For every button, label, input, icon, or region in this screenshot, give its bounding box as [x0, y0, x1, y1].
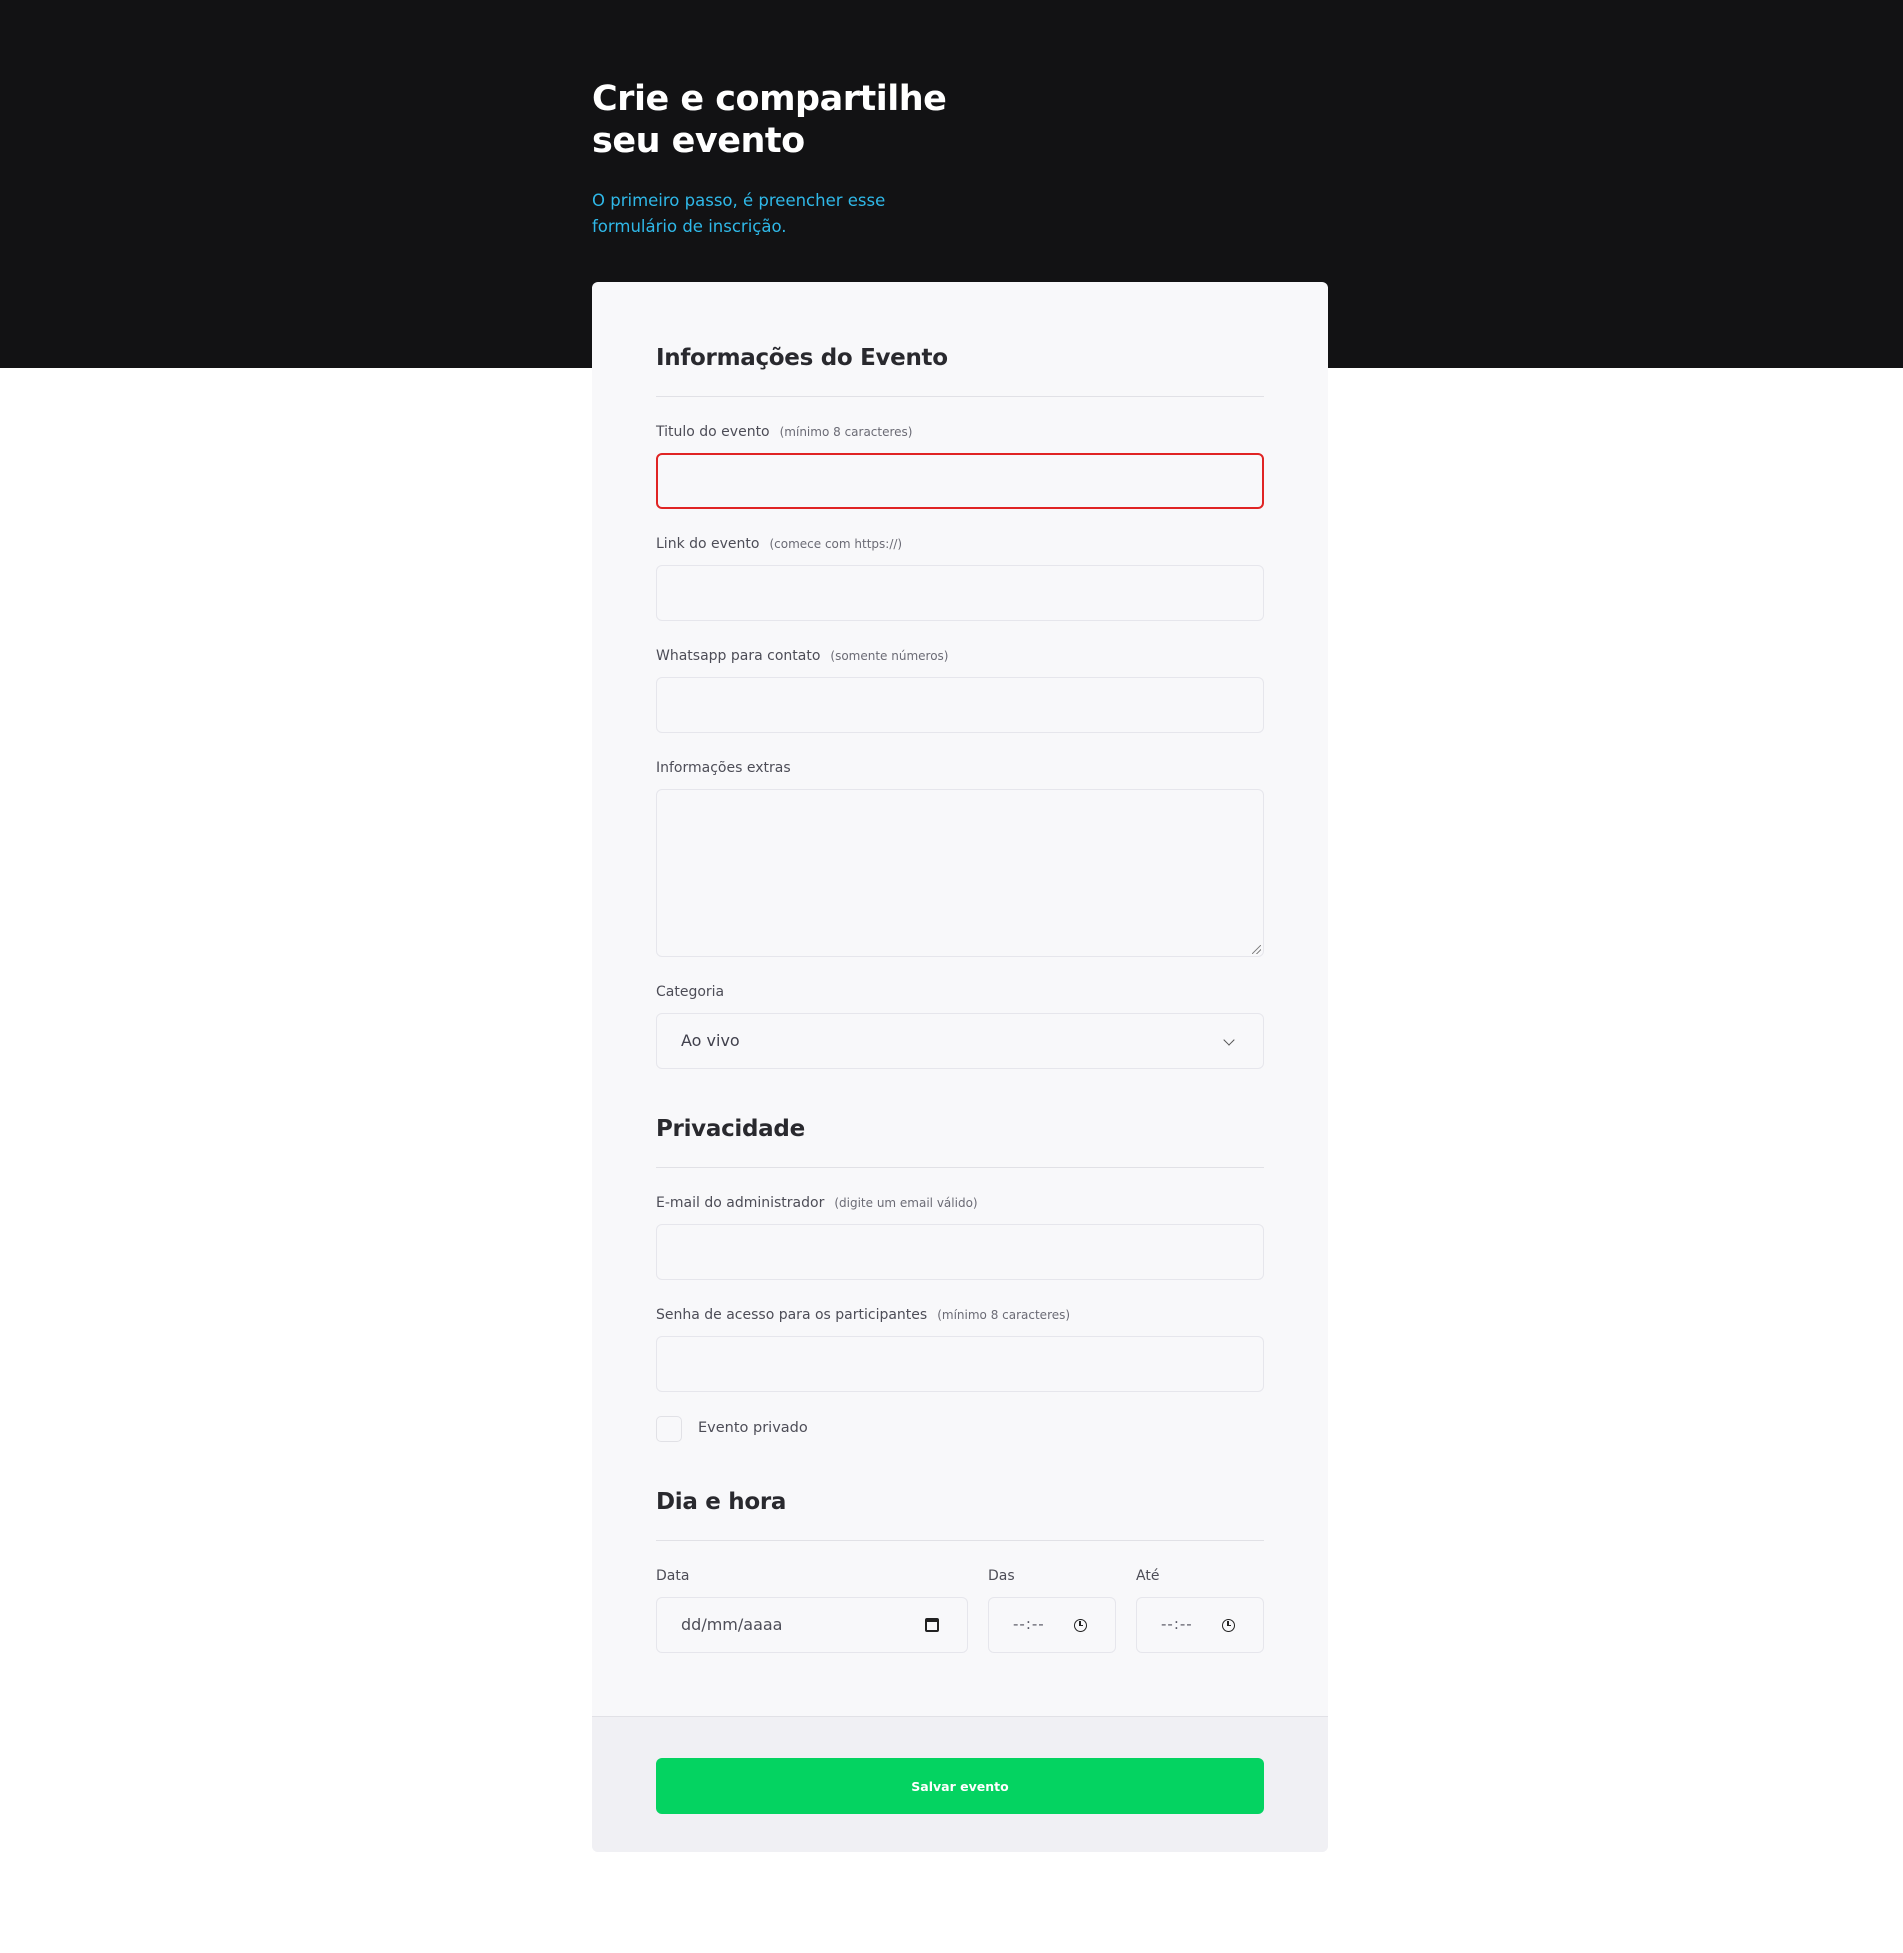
event-link-input[interactable]	[656, 565, 1264, 621]
admin-email-label: E-mail do administrador (digite um email …	[656, 1195, 978, 1211]
hero-subtitle: O primeiro passo, é preencher esse formu…	[592, 191, 886, 236]
event-form-card: Informações do Evento Titulo do evento (m…	[592, 282, 1328, 1852]
category-selected-value: Ao vivo	[681, 1031, 740, 1050]
clock-icon[interactable]	[1074, 1619, 1087, 1632]
category-select[interactable]: Ao vivo	[656, 1013, 1264, 1069]
admin-email-label-text: E-mail do administrador	[656, 1195, 825, 1211]
date-input[interactable]: dd/mm/aaaa	[656, 1597, 968, 1653]
time-from-input[interactable]: --:--	[988, 1597, 1116, 1653]
event-title-input[interactable]	[656, 453, 1264, 509]
private-event-label[interactable]: Evento privado	[698, 1420, 808, 1436]
event-link-label: Link do evento (comece com https://)	[656, 536, 902, 552]
hero-title: Crie e compartilhe seu evento	[592, 79, 947, 161]
section-divider	[656, 396, 1264, 397]
clock-icon[interactable]	[1222, 1619, 1235, 1632]
resize-grip-icon[interactable]	[1252, 945, 1261, 954]
time-to-label: Até	[1136, 1568, 1160, 1584]
section-title-event-info: Informações do Evento	[656, 345, 948, 371]
section-divider	[656, 1167, 1264, 1168]
extras-textarea[interactable]	[656, 789, 1264, 957]
event-title-label: Titulo do evento (mínimo 8 caracteres)	[656, 424, 912, 440]
save-event-button[interactable]: Salvar evento	[656, 1758, 1264, 1814]
chevron-down-icon	[1223, 1034, 1235, 1046]
time-from-placeholder: --:--	[1013, 1615, 1045, 1633]
whatsapp-hint: (somente números)	[830, 649, 949, 663]
password-hint: (mínimo 8 caracteres)	[937, 1308, 1071, 1322]
private-event-checkbox[interactable]	[656, 1416, 682, 1442]
time-to-placeholder: --:--	[1161, 1615, 1193, 1633]
form-footer: Salvar evento	[592, 1716, 1328, 1852]
time-to-input[interactable]: --:--	[1136, 1597, 1264, 1653]
password-label-text: Senha de acesso para os participantes	[656, 1307, 928, 1323]
admin-email-hint: (digite um email válido)	[834, 1196, 978, 1210]
calendar-icon[interactable]	[925, 1618, 939, 1632]
date-label: Data	[656, 1568, 690, 1584]
password-input[interactable]	[656, 1336, 1264, 1392]
time-from-label: Das	[988, 1568, 1015, 1584]
extras-label: Informações extras	[656, 760, 791, 776]
whatsapp-label-text: Whatsapp para contato	[656, 648, 821, 664]
event-title-label-text: Titulo do evento	[656, 424, 770, 440]
whatsapp-label: Whatsapp para contato (somente números)	[656, 648, 948, 664]
section-title-datetime: Dia e hora	[656, 1489, 787, 1515]
event-title-hint: (mínimo 8 caracteres)	[779, 425, 913, 439]
section-divider	[656, 1540, 1264, 1541]
admin-email-input[interactable]	[656, 1224, 1264, 1280]
category-label: Categoria	[656, 984, 725, 1000]
event-link-hint: (comece com https://)	[769, 537, 903, 551]
whatsapp-input[interactable]	[656, 677, 1264, 733]
password-label: Senha de acesso para os participantes (mí…	[656, 1307, 1070, 1323]
section-title-privacy: Privacidade	[656, 1116, 805, 1142]
event-link-label-text: Link do evento	[656, 536, 760, 552]
date-placeholder: dd/mm/aaaa	[681, 1615, 783, 1634]
